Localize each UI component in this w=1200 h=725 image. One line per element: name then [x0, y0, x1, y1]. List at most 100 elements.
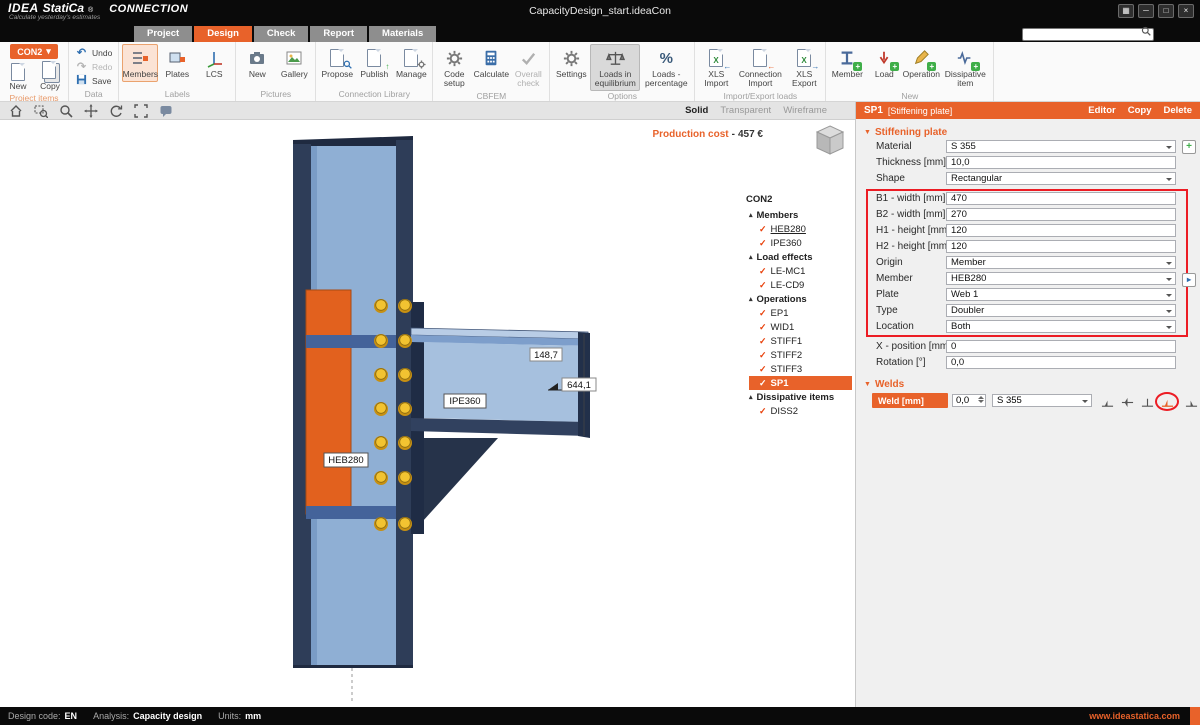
rotation-input[interactable]: 0,0: [946, 356, 1176, 369]
tree-item-le-cd9[interactable]: ✓LE-CD9: [736, 278, 852, 292]
labels-lcs-button[interactable]: LCS: [196, 44, 232, 82]
zoom-fit-button[interactable]: [133, 103, 148, 118]
xls-import-button[interactable]: X← XLS Import: [698, 44, 734, 91]
tree-root-con2[interactable]: CON2: [736, 194, 852, 208]
checkbox-checked-icon[interactable]: ✓: [759, 308, 767, 318]
maximize-button[interactable]: □: [1158, 4, 1174, 18]
delete-operation-button[interactable]: Delete: [1163, 105, 1192, 116]
settings-button[interactable]: Settings: [553, 44, 589, 82]
loads-in-equilibrium-button[interactable]: Loads in equilibrium: [590, 44, 640, 91]
zoom-window-button[interactable]: [33, 103, 48, 118]
b1-width-input[interactable]: 470: [946, 192, 1176, 205]
tab-materials[interactable]: Materials: [369, 26, 436, 42]
tree-item-stiff3[interactable]: ✓STIFF3: [736, 362, 852, 376]
new-load-button[interactable]: + Load: [866, 44, 902, 82]
new-project-item-button[interactable]: New: [3, 60, 33, 93]
tree-item-heb280[interactable]: ✓HEB280: [736, 222, 852, 236]
weld-type-fillet-icon[interactable]: [1100, 395, 1114, 409]
labels-plates-button[interactable]: Plates: [159, 44, 195, 82]
tree-item-ep1[interactable]: ✓EP1: [736, 306, 852, 320]
checkbox-checked-icon[interactable]: ✓: [759, 350, 767, 360]
new-member-button[interactable]: + Member: [829, 44, 865, 82]
tree-item-stiff1[interactable]: ✓STIFF1: [736, 334, 852, 348]
comment-bubble-button[interactable]: [158, 103, 173, 118]
code-setup-button[interactable]: Code setup: [436, 44, 472, 91]
tree-item-le-mc1[interactable]: ✓LE-MC1: [736, 264, 852, 278]
plate-select[interactable]: Web 1: [946, 288, 1176, 301]
tab-check[interactable]: Check: [254, 26, 309, 42]
tab-design[interactable]: Design: [194, 26, 252, 42]
redo-button[interactable]: ↷ Redo: [72, 60, 115, 74]
tab-project[interactable]: Project: [134, 26, 192, 42]
picture-gallery-button[interactable]: Gallery: [276, 44, 312, 82]
tree-item-sp1-selected[interactable]: ✓SP1: [749, 376, 852, 390]
tree-item-diss2[interactable]: ✓DISS2: [736, 404, 852, 418]
minimize-button[interactable]: ─: [1138, 4, 1154, 18]
overall-check-button[interactable]: Overall check: [510, 44, 546, 91]
tree-group-load-effects[interactable]: ▴Load effects: [736, 250, 852, 264]
editor-button[interactable]: Editor: [1088, 105, 1115, 116]
save-button[interactable]: Save: [72, 74, 114, 88]
checkbox-checked-icon[interactable]: ✓: [759, 238, 767, 248]
loads-percentage-button[interactable]: % Loads - percentage: [641, 44, 691, 91]
new-operation-button[interactable]: + Operation: [903, 44, 939, 82]
shape-select[interactable]: Rectangular: [946, 172, 1176, 185]
member-select[interactable]: HEB280: [946, 272, 1176, 285]
checkbox-checked-icon[interactable]: ✓: [759, 224, 767, 234]
app-grid-button[interactable]: ▦: [1118, 4, 1134, 18]
pan-button[interactable]: [83, 103, 98, 118]
h2-height-input[interactable]: 120: [946, 240, 1176, 253]
b2-width-input[interactable]: 270: [946, 208, 1176, 221]
add-material-button[interactable]: +: [1182, 140, 1196, 154]
tree-item-stiff2[interactable]: ✓STIFF2: [736, 348, 852, 362]
tree-group-dissipative-items[interactable]: ▴Dissipative items: [736, 390, 852, 404]
weld-size-input[interactable]: 0,0: [952, 394, 986, 407]
orientation-cube-icon[interactable]: [811, 122, 849, 165]
mode-wireframe[interactable]: Wireframe: [783, 105, 827, 116]
new-dissipative-item-button[interactable]: + Dissipative item: [940, 44, 990, 91]
weld-size-button[interactable]: Weld [mm]: [872, 393, 948, 408]
pick-member-button[interactable]: ▸: [1182, 273, 1196, 287]
tab-report[interactable]: Report: [310, 26, 367, 42]
rotate-view-button[interactable]: [108, 103, 123, 118]
weld-material-select[interactable]: S 355: [992, 394, 1092, 407]
thickness-input[interactable]: 10,0: [946, 156, 1176, 169]
location-select[interactable]: Both: [946, 320, 1176, 333]
con2-dropdown[interactable]: CON2 ▾: [10, 44, 58, 59]
undo-button[interactable]: ↶ Undo: [72, 46, 115, 60]
publish-button[interactable]: ↑ Publish: [356, 44, 392, 82]
mode-solid[interactable]: Solid: [685, 105, 708, 116]
section-welds[interactable]: ▼ Welds: [856, 377, 1200, 391]
spinner-arrows[interactable]: [978, 396, 984, 403]
tree-group-operations[interactable]: ▴Operations: [736, 292, 852, 306]
weld-type-double-fillet-icon[interactable]: [1120, 395, 1134, 409]
copy-operation-button[interactable]: Copy: [1128, 105, 1152, 116]
tree-group-members[interactable]: ▴Members: [736, 208, 852, 222]
search-input[interactable]: [1022, 28, 1154, 41]
tree-item-ipe360[interactable]: ✓IPE360: [736, 236, 852, 250]
calculate-button[interactable]: Calculate: [473, 44, 509, 82]
xls-export-button[interactable]: X→ XLS Export: [786, 44, 822, 91]
weld-type-extra-icon[interactable]: [1184, 395, 1198, 409]
material-select[interactable]: S 355: [946, 140, 1176, 153]
checkbox-checked-icon[interactable]: ✓: [759, 378, 767, 388]
weld-type-butt-icon[interactable]: [1140, 395, 1154, 409]
checkbox-checked-icon[interactable]: ✓: [759, 280, 767, 290]
checkbox-checked-icon[interactable]: ✓: [759, 336, 767, 346]
home-view-button[interactable]: [8, 103, 23, 118]
type-select[interactable]: Doubler: [946, 304, 1176, 317]
checkbox-checked-icon[interactable]: ✓: [759, 364, 767, 374]
mode-transparent[interactable]: Transparent: [720, 105, 771, 116]
website-link[interactable]: www.ideastatica.com: [1089, 711, 1180, 721]
copy-project-item-button[interactable]: Copy: [35, 60, 65, 93]
zoom-button[interactable]: [58, 103, 73, 118]
origin-select[interactable]: Member: [946, 256, 1176, 269]
checkbox-checked-icon[interactable]: ✓: [759, 266, 767, 276]
labels-members-button[interactable]: Members: [122, 44, 158, 82]
section-stiffening-plate[interactable]: ▼ Stiffening plate: [856, 125, 1200, 139]
connection-import-button[interactable]: ← Connection Import: [735, 44, 785, 91]
close-button[interactable]: ×: [1178, 4, 1194, 18]
x-position-input[interactable]: 0: [946, 340, 1176, 353]
picture-new-button[interactable]: New: [239, 44, 275, 82]
checkbox-checked-icon[interactable]: ✓: [759, 322, 767, 332]
